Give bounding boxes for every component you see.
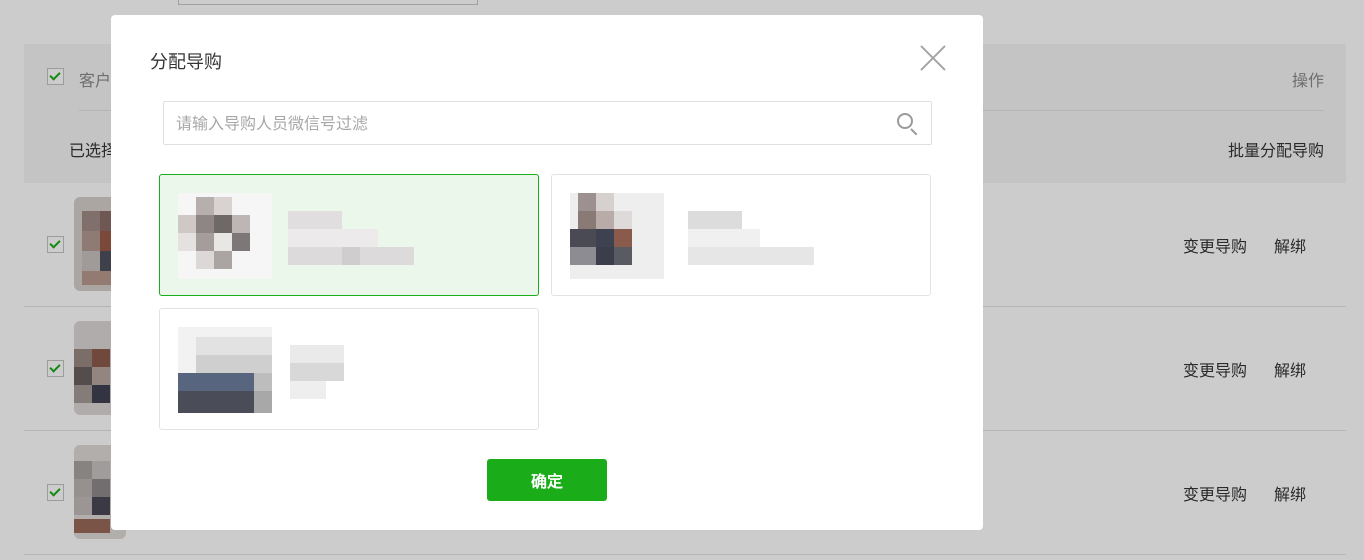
guide-search-input[interactable]: [176, 112, 876, 134]
pixelated-avatar-icon: [178, 193, 272, 279]
pixelated-avatar-icon: [570, 193, 664, 279]
close-icon[interactable]: [920, 45, 946, 71]
blurred-guide-name: [288, 211, 428, 271]
assign-guide-dialog: 分配导购 请输入导购人员微信号过滤 确定: [111, 15, 983, 530]
blurred-guide-name: [288, 345, 428, 405]
guide-search-box: [163, 101, 932, 145]
confirm-button[interactable]: 确定: [487, 459, 607, 501]
guide-card[interactable]: [159, 308, 539, 430]
blurred-guide-name: [680, 211, 820, 271]
search-icon[interactable]: [897, 113, 919, 136]
dialog-title: 分配导购: [150, 52, 222, 73]
guide-card[interactable]: [551, 174, 931, 296]
guide-card-selected[interactable]: [159, 174, 539, 296]
pixelated-avatar-icon: [178, 327, 272, 413]
